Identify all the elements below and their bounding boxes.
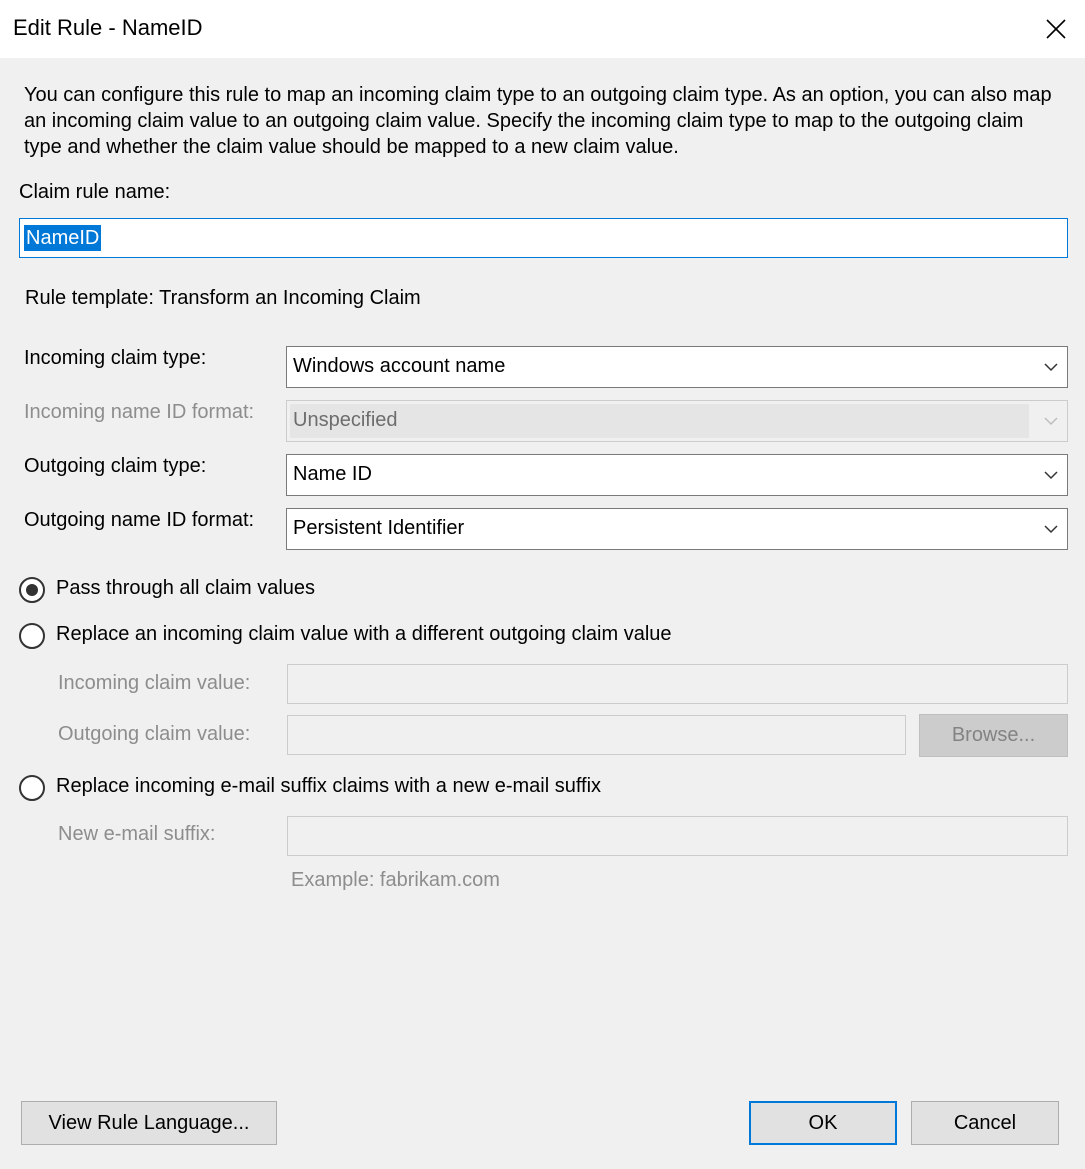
- radio-selected-dot: [26, 584, 38, 596]
- incoming-name-id-format-value: Unspecified: [293, 409, 398, 431]
- claim-rule-name-input[interactable]: NameID: [19, 218, 1068, 258]
- chevron-down-icon: [1044, 471, 1058, 480]
- option-replace-value-label[interactable]: Replace an incoming claim value with a d…: [56, 623, 672, 646]
- outgoing-claim-type-label: Outgoing claim type:: [24, 455, 207, 477]
- option-email-suffix-label[interactable]: Replace incoming e-mail suffix claims wi…: [56, 775, 601, 798]
- browse-button: Browse...: [919, 714, 1068, 757]
- incoming-name-id-format-label: Incoming name ID format:: [24, 401, 255, 423]
- new-email-suffix-label: New e-mail suffix:: [58, 823, 216, 845]
- incoming-claim-type-value: Windows account name: [293, 355, 506, 377]
- description-text: You can configure this rule to map an in…: [24, 84, 1052, 158]
- incoming-claim-type-dropdown[interactable]: Windows account name: [286, 346, 1068, 388]
- chevron-down-icon: [1044, 417, 1058, 426]
- incoming-claim-value-input: [287, 664, 1068, 704]
- close-icon: [1046, 19, 1066, 39]
- chevron-down-icon: [1044, 525, 1058, 534]
- title-bar: Edit Rule - NameID: [0, 0, 1085, 58]
- rule-template-text: Rule template: Transform an Incoming Cla…: [25, 287, 421, 309]
- view-rule-language-button[interactable]: View Rule Language...: [21, 1101, 277, 1145]
- outgoing-claim-value-label: Outgoing claim value:: [58, 723, 251, 745]
- radio-email-suffix[interactable]: [19, 775, 45, 801]
- incoming-claim-value-label: Incoming claim value:: [58, 672, 251, 694]
- outgoing-name-id-format-label: Outgoing name ID format:: [24, 509, 255, 531]
- email-suffix-example: Example: fabrikam.com: [291, 869, 500, 891]
- claim-rule-name-label: Claim rule name:: [19, 181, 171, 203]
- outgoing-name-id-format-dropdown[interactable]: Persistent Identifier: [286, 508, 1068, 550]
- outgoing-name-id-format-value: Persistent Identifier: [293, 517, 465, 539]
- new-email-suffix-input: [287, 816, 1068, 856]
- cancel-button[interactable]: Cancel: [911, 1101, 1059, 1145]
- outgoing-claim-type-value: Name ID: [293, 463, 372, 485]
- chevron-down-icon: [1044, 363, 1058, 372]
- window-title: Edit Rule - NameID: [13, 15, 203, 40]
- radio-replace-value[interactable]: [19, 623, 45, 649]
- close-button[interactable]: [1027, 0, 1085, 58]
- incoming-claim-type-label: Incoming claim type:: [24, 347, 207, 369]
- outgoing-claim-type-dropdown[interactable]: Name ID: [286, 454, 1068, 496]
- ok-button[interactable]: OK: [749, 1101, 897, 1145]
- option-pass-through-label[interactable]: Pass through all claim values: [56, 577, 315, 600]
- outgoing-claim-value-input: [287, 715, 906, 755]
- radio-pass-through[interactable]: [19, 577, 45, 603]
- claim-rule-name-value: NameID: [24, 225, 102, 251]
- incoming-name-id-format-dropdown: Unspecified: [286, 400, 1068, 442]
